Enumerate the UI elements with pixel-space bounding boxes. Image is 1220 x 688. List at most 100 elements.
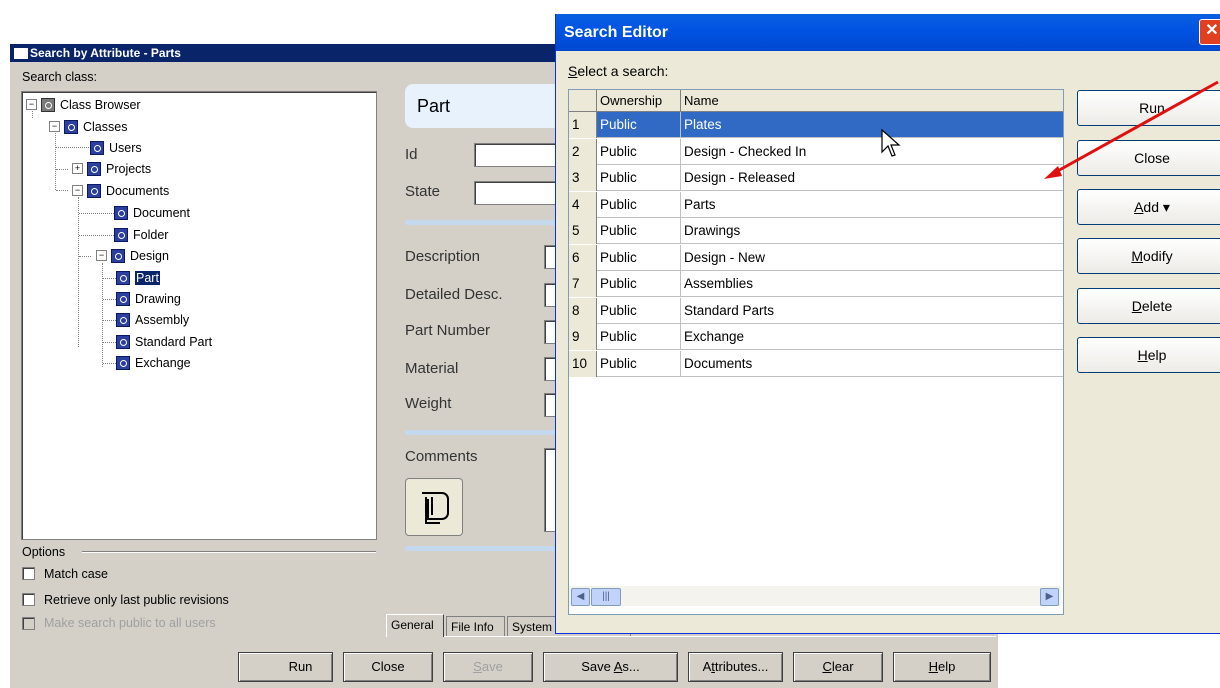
tree-node-folder[interactable]: Folder [114,226,168,244]
scroll-thumb[interactable]: ||| [591,588,621,606]
search-class-label: Search class: [22,70,98,84]
tree-node-part[interactable]: Part [116,269,160,287]
part-number-label: Part Number [405,322,491,339]
mouse-cursor-icon [881,128,901,157]
table-row[interactable]: 6 Public Design - New [569,244,1063,271]
row-number: 7 [569,271,597,297]
tree-node-design[interactable]: − Design [96,247,169,265]
table-row[interactable]: 2 Public Design - Checked In [569,138,1063,165]
class-icon [116,334,130,349]
row-number: 9 [569,324,597,350]
tree-node-projects[interactable]: + Projects [72,160,151,178]
row-number: 4 [569,191,597,218]
class-icon [116,270,130,285]
table-row[interactable]: 3 Public Design - Released [569,165,1063,191]
attributes-button[interactable]: Attributes... [688,652,783,682]
cell-ownership: Public [597,138,681,165]
tree-node-users[interactable]: Users [90,139,142,157]
id-field[interactable] [474,143,566,167]
scroll-right-icon[interactable]: ▶ [1040,588,1059,606]
tree-node-drawing[interactable]: Drawing [116,290,181,308]
table-row[interactable]: 8 Public Standard Parts [569,297,1063,324]
clear-button[interactable]: Clear [793,652,883,682]
close-button[interactable]: Close [343,652,433,682]
cell-ownership: Public [597,112,681,138]
table-row[interactable]: 4 Public Parts [569,191,1063,218]
select-search-label: Select a search: [568,63,669,79]
tree-node-class-browser[interactable]: − Class Browser [26,96,141,114]
tree-node-standard-part[interactable]: Standard Part [116,333,212,351]
class-icon [111,248,125,263]
editor-modify-button[interactable]: Modify [1077,238,1220,274]
weight-label: Weight [405,395,452,412]
tree-node-exchange[interactable]: Exchange [116,354,191,372]
tree-node-document[interactable]: Document [114,204,190,222]
cell-ownership: Public [597,324,681,350]
cell-name: Design - Released [684,170,796,185]
save-button: Save [443,652,533,682]
grid-corner [569,90,597,112]
class-icon [114,227,128,242]
material-label: Material [405,360,459,377]
class-icon [64,119,78,134]
attachment-button[interactable] [405,478,463,536]
cell-name: Exchange [684,329,745,344]
row-number: 6 [569,244,597,271]
cell-ownership: Public [597,191,681,218]
class-browser-icon [41,97,55,112]
search-grid[interactable]: Ownership Name 1 Public Plates 2 Public Desig… [568,89,1064,615]
help-button[interactable]: Help [893,652,991,682]
cell-name: Standard Parts [684,302,775,318]
table-row[interactable]: 1 Public Plates [569,112,1063,138]
cell-name: Design - Checked In [684,143,807,159]
section-divider [405,220,565,225]
cell-name: Plates [684,117,722,132]
match-case-checkbox[interactable] [22,567,35,580]
cell-name: Assemblies [684,276,754,291]
back-window-title: Search by Attribute - Parts [30,46,181,60]
save-as-button[interactable]: Save As... [543,652,678,682]
class-icon [116,312,130,327]
make-public-label: Make search public to all users [44,616,216,630]
tab-file-info[interactable]: File Info [446,616,505,636]
editor-help-button[interactable]: Help [1077,337,1220,373]
last-public-revisions-checkbox[interactable] [22,593,35,606]
column-header-ownership[interactable]: Ownership [597,90,681,112]
editor-delete-button[interactable]: Delete [1077,288,1220,324]
annotation-arrow [1044,80,1219,179]
editor-add-button[interactable]: Add ▾ [1077,189,1220,225]
detailed-desc-label: Detailed Desc. [405,286,503,303]
id-label: Id [405,146,418,163]
collapse-icon[interactable]: − [96,250,107,262]
table-row[interactable]: 10 Public Documents [569,350,1063,377]
comments-label: Comments [405,448,478,465]
class-tree[interactable]: − Class Browser − Classes Users + Projects … [21,91,377,540]
search-editor-titlebar[interactable]: Search Editor [556,14,1220,51]
paperclip-icon [422,492,449,524]
table-row[interactable]: 7 Public Assemblies [569,271,1063,297]
tab-general[interactable]: General [386,614,444,637]
tree-node-documents[interactable]: − Documents [72,182,169,200]
expand-icon[interactable]: + [72,163,83,175]
options-label: Options [22,545,66,559]
tree-node-assembly[interactable]: Assembly [116,311,189,329]
state-field[interactable] [474,181,566,205]
collapse-icon[interactable]: − [49,121,60,133]
dialog-close-icon[interactable]: ✕ [1199,19,1220,45]
column-header-name[interactable]: Name [681,90,1063,112]
tree-node-classes[interactable]: − Classes [49,118,127,136]
state-label: State [405,183,441,200]
cell-ownership: Public [597,218,681,244]
table-row[interactable]: 9 Public Exchange [569,324,1063,350]
scroll-left-icon[interactable]: ◀ [571,588,590,606]
horizontal-scrollbar[interactable]: ◀ ||| ▶ [569,586,1061,606]
run-button[interactable]: Run [238,652,333,682]
collapse-icon[interactable]: − [26,99,37,111]
class-icon [90,140,104,155]
cell-ownership: Public [597,297,681,324]
window-icon [14,48,28,59]
collapse-icon[interactable]: − [72,185,83,197]
row-number: 3 [569,165,597,191]
table-row[interactable]: 5 Public Drawings [569,218,1063,244]
match-case-label: Match case [44,567,108,581]
